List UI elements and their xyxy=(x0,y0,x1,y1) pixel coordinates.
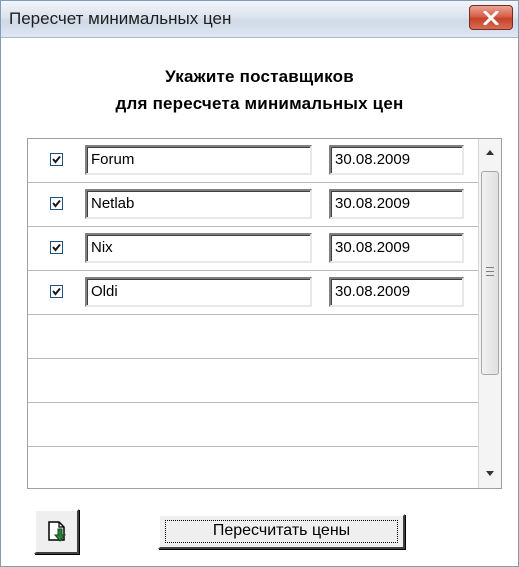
supplier-date-field[interactable]: 30.08.2009 xyxy=(329,277,464,307)
close-icon xyxy=(483,11,499,25)
focus-rect xyxy=(165,520,398,543)
supplier-checkbox[interactable] xyxy=(50,241,63,254)
supplier-checkbox[interactable] xyxy=(50,197,63,210)
supplier-name-field[interactable]: Oldi xyxy=(85,277,312,307)
scroll-up-button[interactable] xyxy=(479,139,501,167)
supplier-row: Oldi 30.08.2009 xyxy=(28,271,478,315)
supplier-row: Forum 30.08.2009 xyxy=(28,139,478,183)
supplier-date-field[interactable]: 30.08.2009 xyxy=(329,145,464,175)
supplier-row: Nix 30.08.2009 xyxy=(28,227,478,271)
supplier-date-field[interactable]: 30.08.2009 xyxy=(329,189,464,219)
supplier-row: Netlab 30.08.2009 xyxy=(28,183,478,227)
empty-row xyxy=(28,315,478,359)
empty-row xyxy=(28,403,478,447)
recalc-dialog: Пересчет минимальных цен Укажите поставщ… xyxy=(0,0,519,567)
title-bar[interactable]: Пересчет минимальных цен xyxy=(1,1,518,38)
supplier-checkbox[interactable] xyxy=(50,285,63,298)
import-icon xyxy=(48,521,67,542)
arrow-up-icon xyxy=(486,150,494,155)
import-button[interactable] xyxy=(34,509,79,554)
vertical-scrollbar[interactable] xyxy=(478,139,501,488)
supplier-date-field[interactable]: 30.08.2009 xyxy=(329,233,464,263)
arrow-down-icon xyxy=(486,471,494,476)
recalc-prices-button[interactable]: Пересчитать цены xyxy=(158,514,405,549)
scrollbar-thumb[interactable] xyxy=(481,171,499,375)
supplier-checkbox[interactable] xyxy=(50,153,63,166)
supplier-name-field[interactable]: Nix xyxy=(85,233,312,263)
checkmark-icon xyxy=(52,199,61,208)
window-title: Пересчет минимальных цен xyxy=(9,9,232,28)
suppliers-grid: Forum 30.08.2009 Netlab 30.08.2009 Nix 3… xyxy=(27,138,502,489)
checkmark-icon xyxy=(52,243,61,252)
empty-row xyxy=(28,359,478,403)
supplier-name-field[interactable]: Netlab xyxy=(85,189,312,219)
heading-line-1: Укажите поставщиков xyxy=(165,67,354,86)
checkmark-icon xyxy=(52,155,61,164)
checkmark-icon xyxy=(52,287,61,296)
grip-icon xyxy=(486,267,494,279)
close-button[interactable] xyxy=(469,5,513,30)
supplier-name-field[interactable]: Forum xyxy=(85,145,312,175)
heading-line-2: для пересчета минимальных цен xyxy=(115,94,404,113)
empty-row xyxy=(28,447,478,491)
scroll-down-button[interactable] xyxy=(479,460,501,488)
